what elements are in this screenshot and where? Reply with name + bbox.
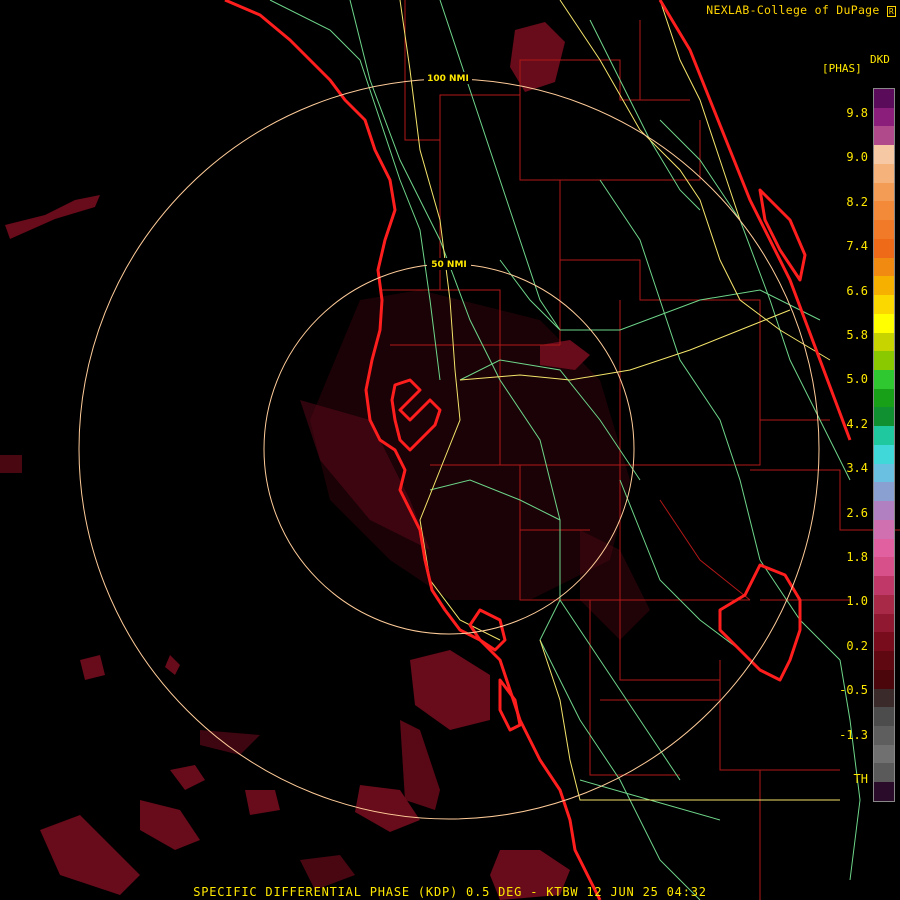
- color-scale-swatch: [874, 651, 894, 670]
- color-scale-swatch: [874, 407, 894, 427]
- color-scale-swatch: [874, 501, 894, 520]
- credit-label: NEXLAB-College of DuPage R: [706, 3, 896, 17]
- credit-mark: R: [886, 6, 896, 17]
- ring-label-50: 50 NMI: [431, 260, 467, 270]
- precipitation-echoes: [0, 22, 650, 900]
- color-scale-swatch: [874, 89, 894, 108]
- color-scale-tick-label: 1.0: [846, 594, 868, 609]
- radar-map: 100 NMI 50 NMI: [0, 0, 900, 900]
- color-scale-swatch: [874, 782, 894, 801]
- color-scale-tick-label: -1.3: [839, 727, 868, 742]
- color-scale-tick-label: 7.4: [846, 239, 868, 254]
- color-scale-tick-label: 3.4: [846, 461, 868, 476]
- color-scale-swatch: [874, 145, 894, 164]
- color-scale-swatch: [874, 163, 894, 183]
- color-scale-swatch: [874, 763, 894, 783]
- color-scale-swatch: [874, 444, 894, 464]
- color-scale-swatch: [874, 613, 894, 633]
- color-scale-swatch: [874, 725, 894, 745]
- color-scale-swatch: [874, 201, 894, 221]
- color-scale-swatch: [874, 107, 894, 127]
- color-scale-swatch: [874, 519, 894, 539]
- color-scale-tick-label: TH: [853, 772, 868, 786]
- color-scale-swatch: [874, 126, 894, 146]
- color-scale-swatch: [874, 538, 894, 558]
- color-scale-tick-label: 4.2: [846, 416, 868, 431]
- color-scale-swatch: [874, 276, 894, 296]
- color-scale-swatch: [874, 594, 894, 614]
- color-scale-swatch: [874, 295, 894, 314]
- color-scale-swatch: [874, 388, 894, 408]
- color-scale-swatch: [874, 632, 894, 652]
- color-scale-swatch: [874, 370, 894, 389]
- color-scale-tick-label: 6.6: [846, 283, 868, 298]
- color-scale-swatch: [874, 238, 894, 258]
- color-scale-tick-label: 0.2: [846, 638, 868, 653]
- color-scale-bar: [873, 88, 895, 802]
- color-scale-swatch: [874, 332, 894, 352]
- color-scale-swatch: [874, 744, 894, 764]
- color-scale-swatch: [874, 482, 894, 502]
- color-scale-swatch: [874, 557, 894, 577]
- color-scale-tick-label: 5.8: [846, 328, 868, 342]
- product-code: DKD: [870, 53, 890, 66]
- color-scale-swatch: [874, 576, 894, 595]
- color-scale-swatch: [874, 669, 894, 689]
- color-scale-swatch: [874, 688, 894, 708]
- color-scale-swatch: [874, 220, 894, 239]
- color-scale-tick-label: 9.8: [846, 106, 868, 120]
- color-scale-swatch: [874, 426, 894, 445]
- color-scale-swatch: [874, 463, 894, 483]
- product-footer: SPECIFIC DIFFERENTIAL PHASE (KDP) 0.5 DE…: [193, 885, 707, 899]
- color-scale-swatch: [874, 257, 894, 277]
- units-label: [PHAS]: [822, 62, 862, 75]
- color-scale-tick-label: 8.2: [846, 194, 868, 209]
- color-scale-tick-label: -0.5: [839, 683, 868, 698]
- color-scale-swatch: [874, 182, 894, 202]
- color-scale-swatch: [874, 707, 894, 726]
- color-scale-tick-label: 1.8: [846, 550, 868, 564]
- color-scale-swatch: [874, 313, 894, 333]
- color-scale-swatch: [874, 351, 894, 371]
- color-scale-tick-label: 2.6: [846, 505, 868, 520]
- color-scale-tick-label: 5.0: [846, 372, 868, 387]
- ring-label-100: 100 NMI: [427, 74, 469, 84]
- credit-text: NEXLAB-College of DuPage: [706, 3, 880, 17]
- color-scale-tick-label: 9.0: [846, 150, 868, 165]
